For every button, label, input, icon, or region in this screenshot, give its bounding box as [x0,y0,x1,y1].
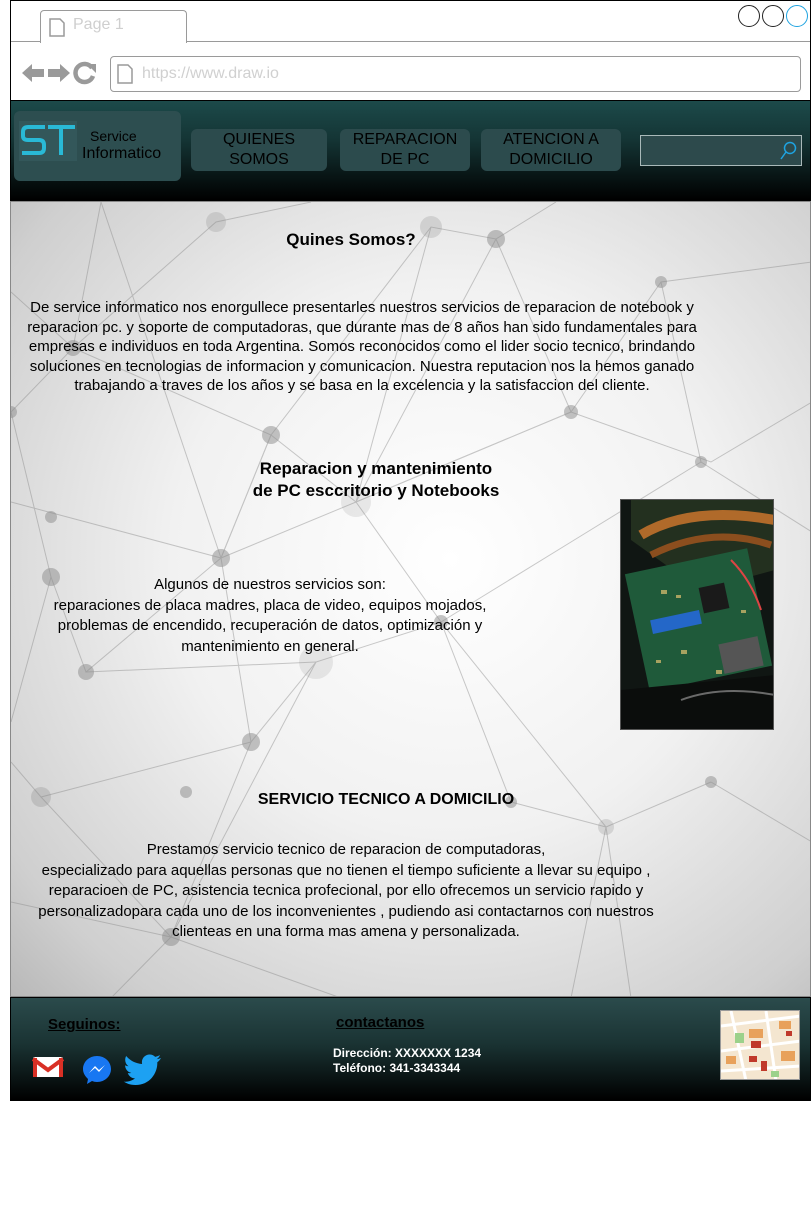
logo-informatico-text: Informatico [82,145,162,162]
services-intro: Algunos de nuestros servicios son: [154,576,386,593]
title-line: Reparacion y mantenimiento [259,459,493,478]
nav-label-line2: DE PC [380,151,430,168]
section-text-domicilio: Prestamos servicio tecnico de reparacion… [21,840,671,943]
browser-window: Page 1 https://www.draw.io [10,0,811,101]
nav-label-line2: DOMICILIO [509,151,593,168]
browser-tab[interactable]: Page 1 [40,10,187,43]
phone-text: Teléfono: 341-3343344 [333,1061,461,1075]
motherboard-photo [620,499,774,730]
follow-us-label[interactable]: Seguinos: [48,1016,121,1033]
site-header: Service Informatico QUIENES SOMOS REPARA… [10,100,811,201]
map-thumbnail[interactable] [720,1010,800,1080]
search-icon[interactable] [780,141,798,161]
section-title-reparacion: Reparacion y mantenimiento de PC esccrit… [211,458,541,502]
section-text-quienes-somos: De service informatico nos enorgullece p… [27,299,697,394]
nav-label-line1: QUIENES [222,131,295,148]
st-logo-icon [19,121,77,161]
messenger-icon[interactable] [81,1054,113,1086]
domicilio-body: especializado para aquellas personas que… [38,861,654,941]
search-input[interactable] [640,135,802,166]
section-title-domicilio: SERVICIO TECNICO A DOMICILIO [257,791,515,808]
contact-link[interactable]: contactanos [336,1014,424,1031]
main-content: Quines Somos? De service informatico nos… [10,201,811,997]
minimize-button[interactable] [738,5,760,27]
site-footer: Seguinos: contactanos Dirección: XXXXXXX… [10,997,811,1101]
logo-service-text: Service [90,128,137,144]
services-list: reparaciones de placa madres, placa de v… [53,596,487,655]
address-row: https://www.draw.io [11,43,810,102]
nav-label-line2: SOMOS [229,151,289,168]
url-text: https://www.draw.io [142,65,279,82]
address-bar[interactable]: https://www.draw.io [110,56,801,92]
nav-quienes-somos[interactable]: QUIENES SOMOS [191,129,327,171]
nav-reparacion-de-pc[interactable]: REPARACION DE PC [340,129,470,171]
nav-label-line1: REPARACION [352,131,458,148]
refresh-icon[interactable] [73,61,97,85]
logo[interactable]: Service Informatico [14,111,181,181]
nav-label-line1: ATENCION A [503,131,599,148]
close-button[interactable] [786,5,808,27]
page-icon [49,18,65,37]
domicilio-intro: Prestamos servicio tecnico de reparacion… [146,841,546,858]
gmail-icon[interactable] [32,1054,64,1080]
section-text-reparacion: Algunos de nuestros servicios son: repar… [31,575,509,657]
tab-bar: Page 1 [11,1,810,43]
window-controls [738,5,808,27]
back-arrow-icon[interactable] [21,62,45,84]
twitter-icon[interactable] [123,1054,163,1086]
page-icon [117,64,133,84]
nav-atencion-a-domicilio[interactable]: ATENCION A DOMICILIO [481,129,621,171]
forward-arrow-icon[interactable] [47,62,71,84]
maximize-button[interactable] [762,5,784,27]
tab-title: Page 1 [73,16,124,33]
section-title-quienes-somos: Quines Somos? [286,230,416,249]
address-text: Dirección: XXXXXXX 1234 [333,1046,482,1060]
title-line: de PC esccritorio y Notebooks [252,481,500,500]
